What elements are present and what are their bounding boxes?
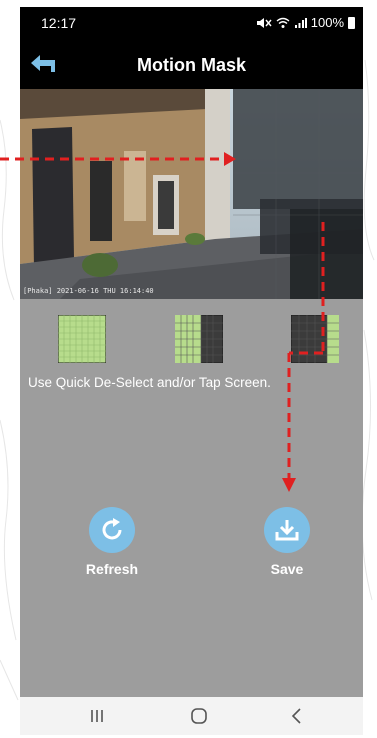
save-label: Save — [270, 561, 304, 577]
preset-row — [20, 315, 363, 365]
status-icons: 100% — [256, 15, 355, 30]
status-time: 12:17 — [41, 15, 77, 31]
camera-image — [20, 89, 363, 299]
mute-icon — [256, 17, 272, 28]
camera-view[interactable]: [Phaka] 2021-06-16 THU 16:14:40 — [20, 89, 363, 299]
battery-percent: 100% — [310, 15, 344, 30]
back-nav-icon[interactable] — [286, 705, 308, 727]
instruction-text: Use Quick De-Select and/or Tap Screen. — [28, 375, 271, 390]
recent-apps-icon[interactable] — [86, 705, 108, 727]
refresh-button[interactable]: Refresh — [67, 507, 157, 577]
strip-grid-icon[interactable] — [291, 315, 339, 363]
half-grid-icon[interactable] — [175, 315, 223, 363]
phone-screen: 12:17 100% Motion Mask [Phaka] 2021-06-1… — [20, 7, 363, 735]
home-icon[interactable] — [188, 705, 210, 727]
page-title: Motion Mask — [136, 55, 246, 75]
app-header: Motion Mask — [20, 41, 363, 89]
full-grid-icon[interactable] — [58, 315, 106, 363]
wifi-icon — [276, 17, 290, 28]
refresh-label: Refresh — [85, 561, 139, 577]
download-icon — [264, 507, 310, 553]
refresh-icon — [89, 507, 135, 553]
battery-icon — [348, 16, 355, 29]
signal-icon — [294, 17, 307, 28]
system-navbar — [20, 697, 363, 735]
status-bar: 12:17 100% — [20, 7, 363, 41]
save-button[interactable]: Save — [242, 507, 332, 577]
camera-timestamp: [Phaka] 2021-06-16 THU 16:14:40 — [23, 287, 154, 295]
